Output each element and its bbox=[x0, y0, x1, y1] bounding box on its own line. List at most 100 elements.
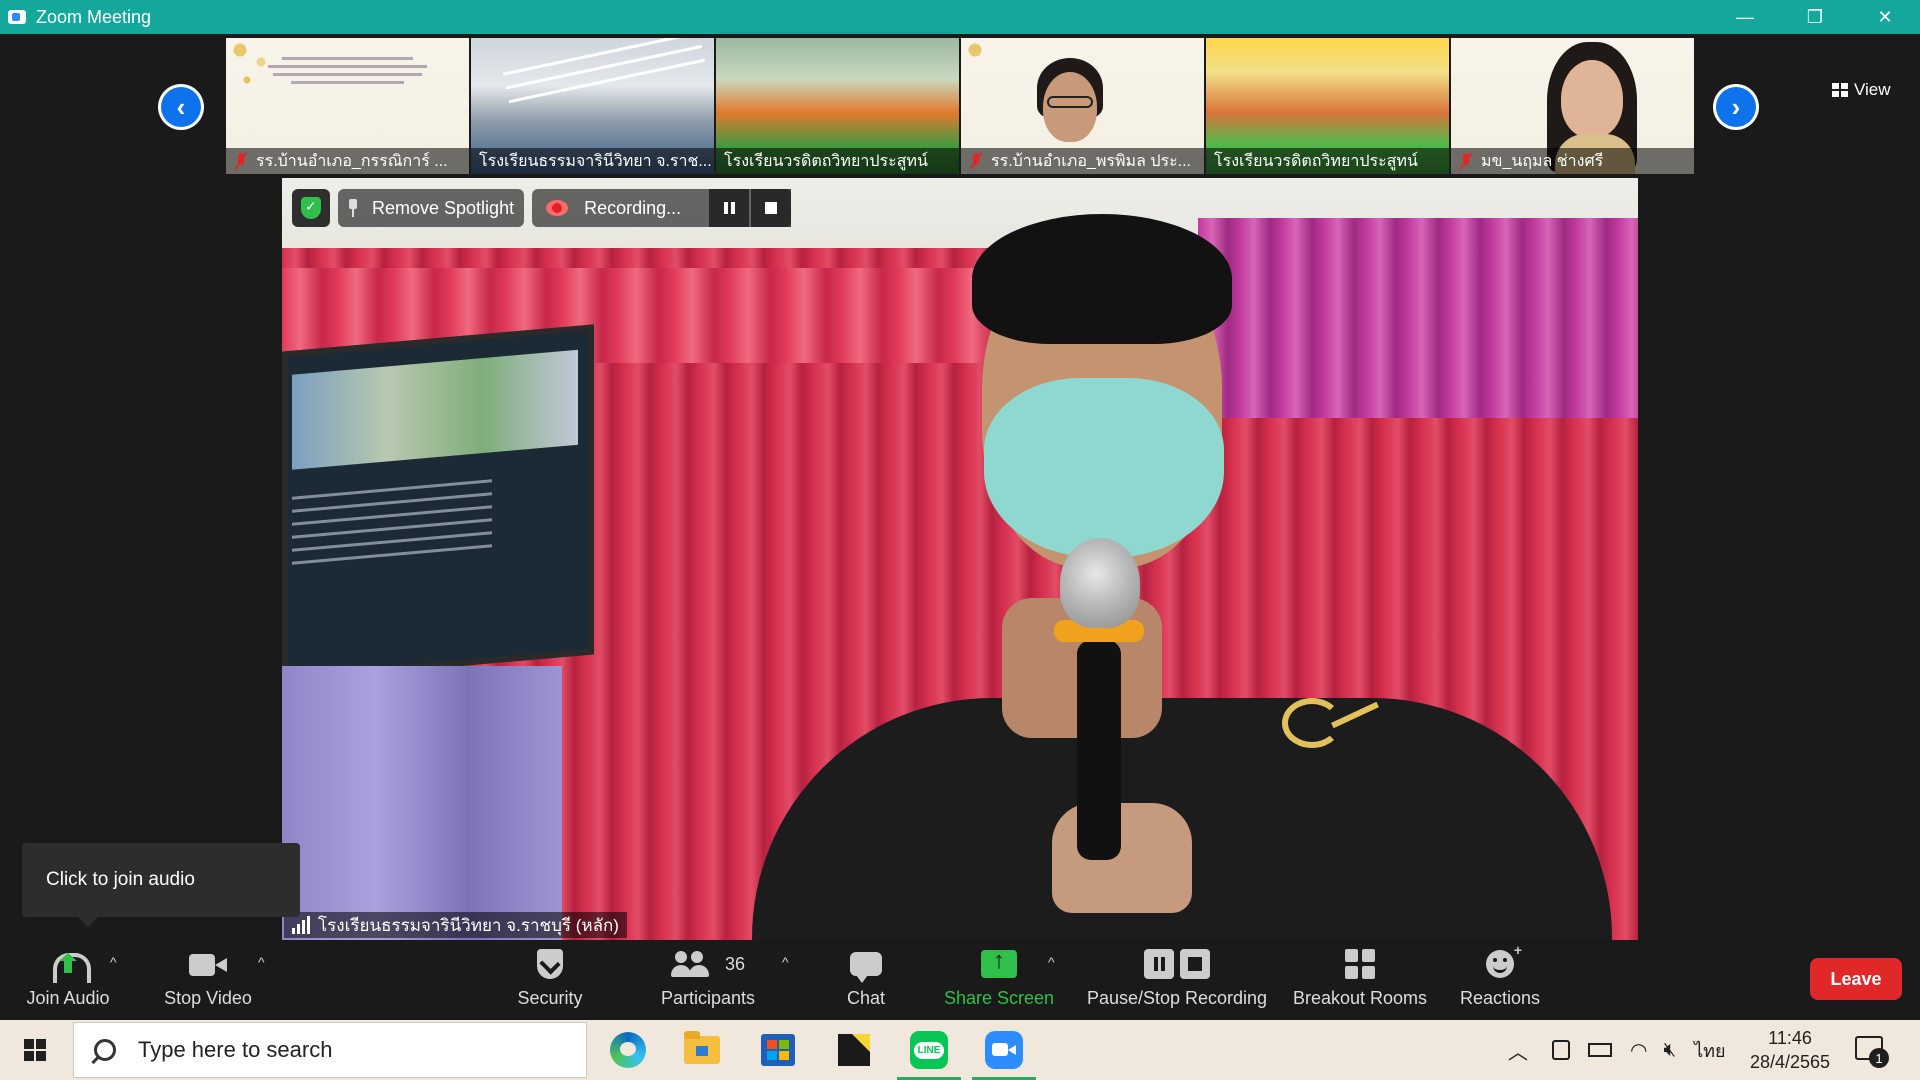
signal-bars-icon bbox=[292, 916, 310, 934]
previous-page-button[interactable]: ‹ bbox=[158, 84, 204, 130]
participant-tile[interactable]: มข_นฤมล ช่างศรี bbox=[1451, 38, 1694, 174]
mic-muted-icon bbox=[969, 152, 983, 170]
speaker-name: โรงเรียนธรรมจารินีวิทยา จ.ราชบุรี (หลัก) bbox=[318, 915, 619, 935]
share-options-caret[interactable]: ^ bbox=[1048, 954, 1055, 970]
start-button[interactable] bbox=[0, 1020, 70, 1080]
participant-tile[interactable]: โรงเรียนธรรมจารินีวิทยา จ.ราช... bbox=[471, 38, 714, 174]
encryption-shield-button[interactable] bbox=[292, 189, 330, 227]
smiley-icon: + bbox=[1486, 942, 1522, 978]
notifications-button[interactable]: 1 bbox=[1855, 1036, 1889, 1068]
participant-tile[interactable]: รร.บ้านอำเภอ_พรพิมล ประ... bbox=[961, 38, 1204, 174]
chat-button[interactable]: Chat bbox=[836, 940, 896, 1020]
window-title: Zoom Meeting bbox=[36, 6, 152, 27]
participant-name: รร.บ้านอำเภอ_พรพิมล ประ... bbox=[991, 152, 1191, 170]
input-language[interactable]: ไทย bbox=[1694, 1036, 1725, 1065]
pin-icon bbox=[348, 199, 358, 217]
join-audio-tooltip: Click to join audio bbox=[22, 843, 300, 927]
taskbar-app-explorer[interactable] bbox=[666, 1020, 738, 1080]
breakout-rooms-button[interactable]: Breakout Rooms bbox=[1290, 940, 1430, 1020]
notification-count: 1 bbox=[1869, 1048, 1889, 1068]
headset-icon bbox=[51, 951, 91, 983]
restore-button[interactable]: ❐ bbox=[1780, 0, 1850, 34]
title-bar: Zoom Meeting — ❐ ✕ bbox=[0, 0, 1920, 34]
line-icon: LINE bbox=[910, 1031, 948, 1069]
mic-muted-icon bbox=[234, 152, 248, 170]
pause-recording-button[interactable] bbox=[709, 189, 750, 227]
participant-tile[interactable]: โรงเรียนวรดิตถวิทยาประสูทน์ bbox=[716, 38, 959, 174]
participant-name: โรงเรียนวรดิตถวิทยาประสูทน์ bbox=[1214, 152, 1418, 170]
clock-date: 28/4/2565 bbox=[1749, 1052, 1831, 1072]
participants-icon bbox=[670, 951, 711, 977]
glasses-icon bbox=[1047, 96, 1093, 108]
chat-bubble-icon bbox=[850, 952, 882, 983]
pause-stop-recording-label: Pause/Stop Recording bbox=[1086, 988, 1268, 1008]
participant-name: โรงเรียนธรรมจารินีวิทยา จ.ราช... bbox=[479, 152, 712, 170]
participant-strip: ‹ รร.บ้านอำเภอ_กรรณิการ์ ... โรงเรียนธรร… bbox=[0, 34, 1920, 176]
taskbar-app-zoom[interactable] bbox=[968, 1020, 1040, 1080]
meeting-toolbar: Join Audio ^ Stop Video ^ Security 36 Pa… bbox=[0, 940, 1920, 1020]
grid-icon bbox=[1832, 83, 1848, 97]
shirt-logo bbox=[1282, 698, 1402, 788]
battery-icon[interactable] bbox=[1588, 1043, 1612, 1057]
stop-video-button[interactable]: Stop Video bbox=[158, 940, 258, 1020]
file-explorer-icon bbox=[684, 1031, 720, 1064]
stop-video-label: Stop Video bbox=[164, 988, 252, 1008]
edge-icon bbox=[610, 1032, 646, 1068]
clock-time: 11:46 bbox=[1768, 1028, 1812, 1048]
participant-tile[interactable]: รร.บ้านอำเภอ_กรรณิการ์ ... bbox=[226, 38, 469, 174]
sticky-notes-icon bbox=[838, 1034, 870, 1066]
spotlight-video[interactable] bbox=[282, 178, 1638, 940]
taskbar-app-line[interactable]: LINE bbox=[893, 1020, 965, 1080]
close-button[interactable]: ✕ bbox=[1850, 0, 1920, 34]
taskbar-app-edge[interactable] bbox=[592, 1020, 664, 1080]
breakout-rooms-label: Breakout Rooms bbox=[1292, 988, 1428, 1008]
participant-tile[interactable]: โรงเรียนวรดิตถวิทยาประสูทน์ bbox=[1206, 38, 1449, 174]
share-screen-button[interactable]: Share Screen bbox=[942, 940, 1056, 1020]
show-hidden-icons-chevron-icon[interactable]: ︿ bbox=[1508, 1036, 1528, 1065]
video-options-caret[interactable]: ^ bbox=[258, 954, 265, 970]
search-icon bbox=[94, 1039, 116, 1061]
next-page-button[interactable]: › bbox=[1713, 84, 1759, 130]
shield-check-icon bbox=[301, 197, 321, 219]
windows-taskbar: LINE ︿ ◠ 🔇︎ ไทย 11:46 28/4/2565 1 bbox=[0, 1020, 1920, 1080]
pause-icon bbox=[723, 202, 735, 214]
remove-spotlight-button[interactable]: Remove Spotlight bbox=[338, 189, 525, 227]
system-clock[interactable]: 11:46 28/4/2565 bbox=[1740, 1026, 1840, 1074]
participant-name: รร.บ้านอำเภอ_กรรณิการ์ ... bbox=[256, 152, 448, 170]
taskbar-app-sticky-notes[interactable] bbox=[818, 1020, 890, 1080]
participants-button[interactable]: 36 Participants bbox=[656, 940, 760, 1020]
wifi-icon[interactable]: ◠ bbox=[1630, 1038, 1647, 1063]
chat-label: Chat bbox=[846, 988, 886, 1008]
reactions-label: Reactions bbox=[1459, 988, 1541, 1008]
security-button[interactable]: Security bbox=[510, 940, 590, 1020]
system-tray: ︿ ◠ 🔇︎ ไทย bbox=[1508, 1020, 1726, 1080]
reactions-button[interactable]: + Reactions bbox=[1456, 940, 1544, 1020]
security-label: Security bbox=[517, 988, 583, 1008]
remove-spotlight-label: Remove Spotlight bbox=[372, 197, 515, 218]
window-controls: — ❐ ✕ bbox=[1710, 0, 1920, 34]
participants-options-caret[interactable]: ^ bbox=[782, 954, 789, 970]
security-shield-icon bbox=[537, 949, 563, 979]
stop-recording-button[interactable] bbox=[751, 189, 792, 227]
microphone-in-video bbox=[1060, 538, 1140, 628]
volume-muted-icon[interactable]: 🔇︎ bbox=[1663, 1039, 1676, 1062]
video-camera-icon bbox=[189, 952, 227, 976]
taskbar-search[interactable] bbox=[73, 1022, 587, 1078]
zoom-icon bbox=[985, 1031, 1023, 1069]
stop-icon bbox=[765, 202, 778, 214]
leave-button[interactable]: Leave bbox=[1810, 958, 1902, 1000]
screen-in-video bbox=[282, 324, 594, 682]
mic-muted-icon bbox=[1459, 152, 1473, 170]
search-input[interactable] bbox=[138, 1037, 538, 1063]
view-button[interactable]: View bbox=[1832, 80, 1891, 100]
participants-label: Participants bbox=[660, 988, 756, 1008]
meet-now-icon[interactable] bbox=[1552, 1040, 1570, 1060]
pause-stop-recording-button[interactable]: Pause/Stop Recording bbox=[1084, 940, 1270, 1020]
audio-options-caret[interactable]: ^ bbox=[110, 954, 117, 970]
taskbar-app-store[interactable] bbox=[742, 1020, 814, 1080]
share-screen-icon bbox=[981, 947, 1017, 978]
store-icon bbox=[761, 1034, 795, 1066]
join-audio-button[interactable]: Join Audio bbox=[18, 940, 118, 1020]
join-audio-label: Join Audio bbox=[26, 988, 110, 1008]
minimize-button[interactable]: — bbox=[1710, 0, 1780, 34]
